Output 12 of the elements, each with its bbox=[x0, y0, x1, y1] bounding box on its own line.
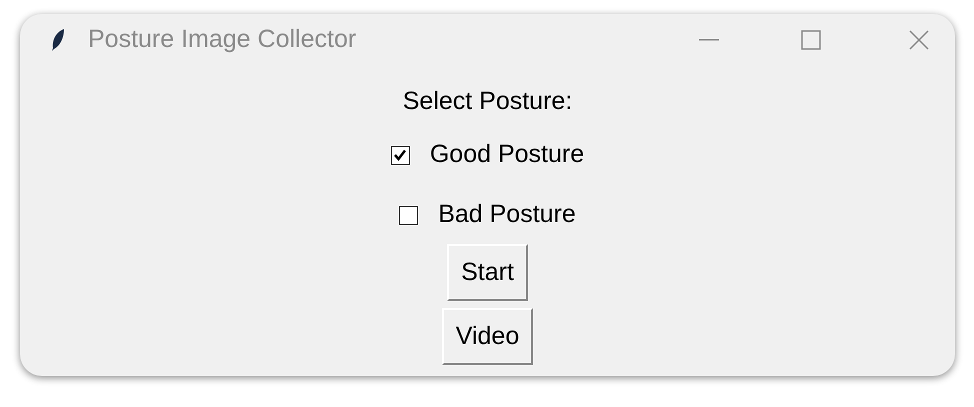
checkbox[interactable] bbox=[399, 206, 418, 224]
close-icon bbox=[909, 30, 929, 50]
section-label: Select Posture: bbox=[402, 86, 572, 116]
window-title: Posture Image Collector bbox=[88, 24, 356, 56]
minimize-icon bbox=[699, 39, 719, 41]
feather-icon bbox=[50, 28, 66, 52]
checkbox[interactable] bbox=[390, 146, 410, 164]
start-button[interactable]: Start bbox=[447, 244, 528, 301]
video-button[interactable]: Video bbox=[442, 308, 534, 365]
posture-checkbox[interactable]: Good Posture bbox=[390, 138, 584, 172]
posture-checkbox[interactable]: Bad Posture bbox=[399, 198, 576, 232]
maximize-icon bbox=[801, 30, 821, 50]
